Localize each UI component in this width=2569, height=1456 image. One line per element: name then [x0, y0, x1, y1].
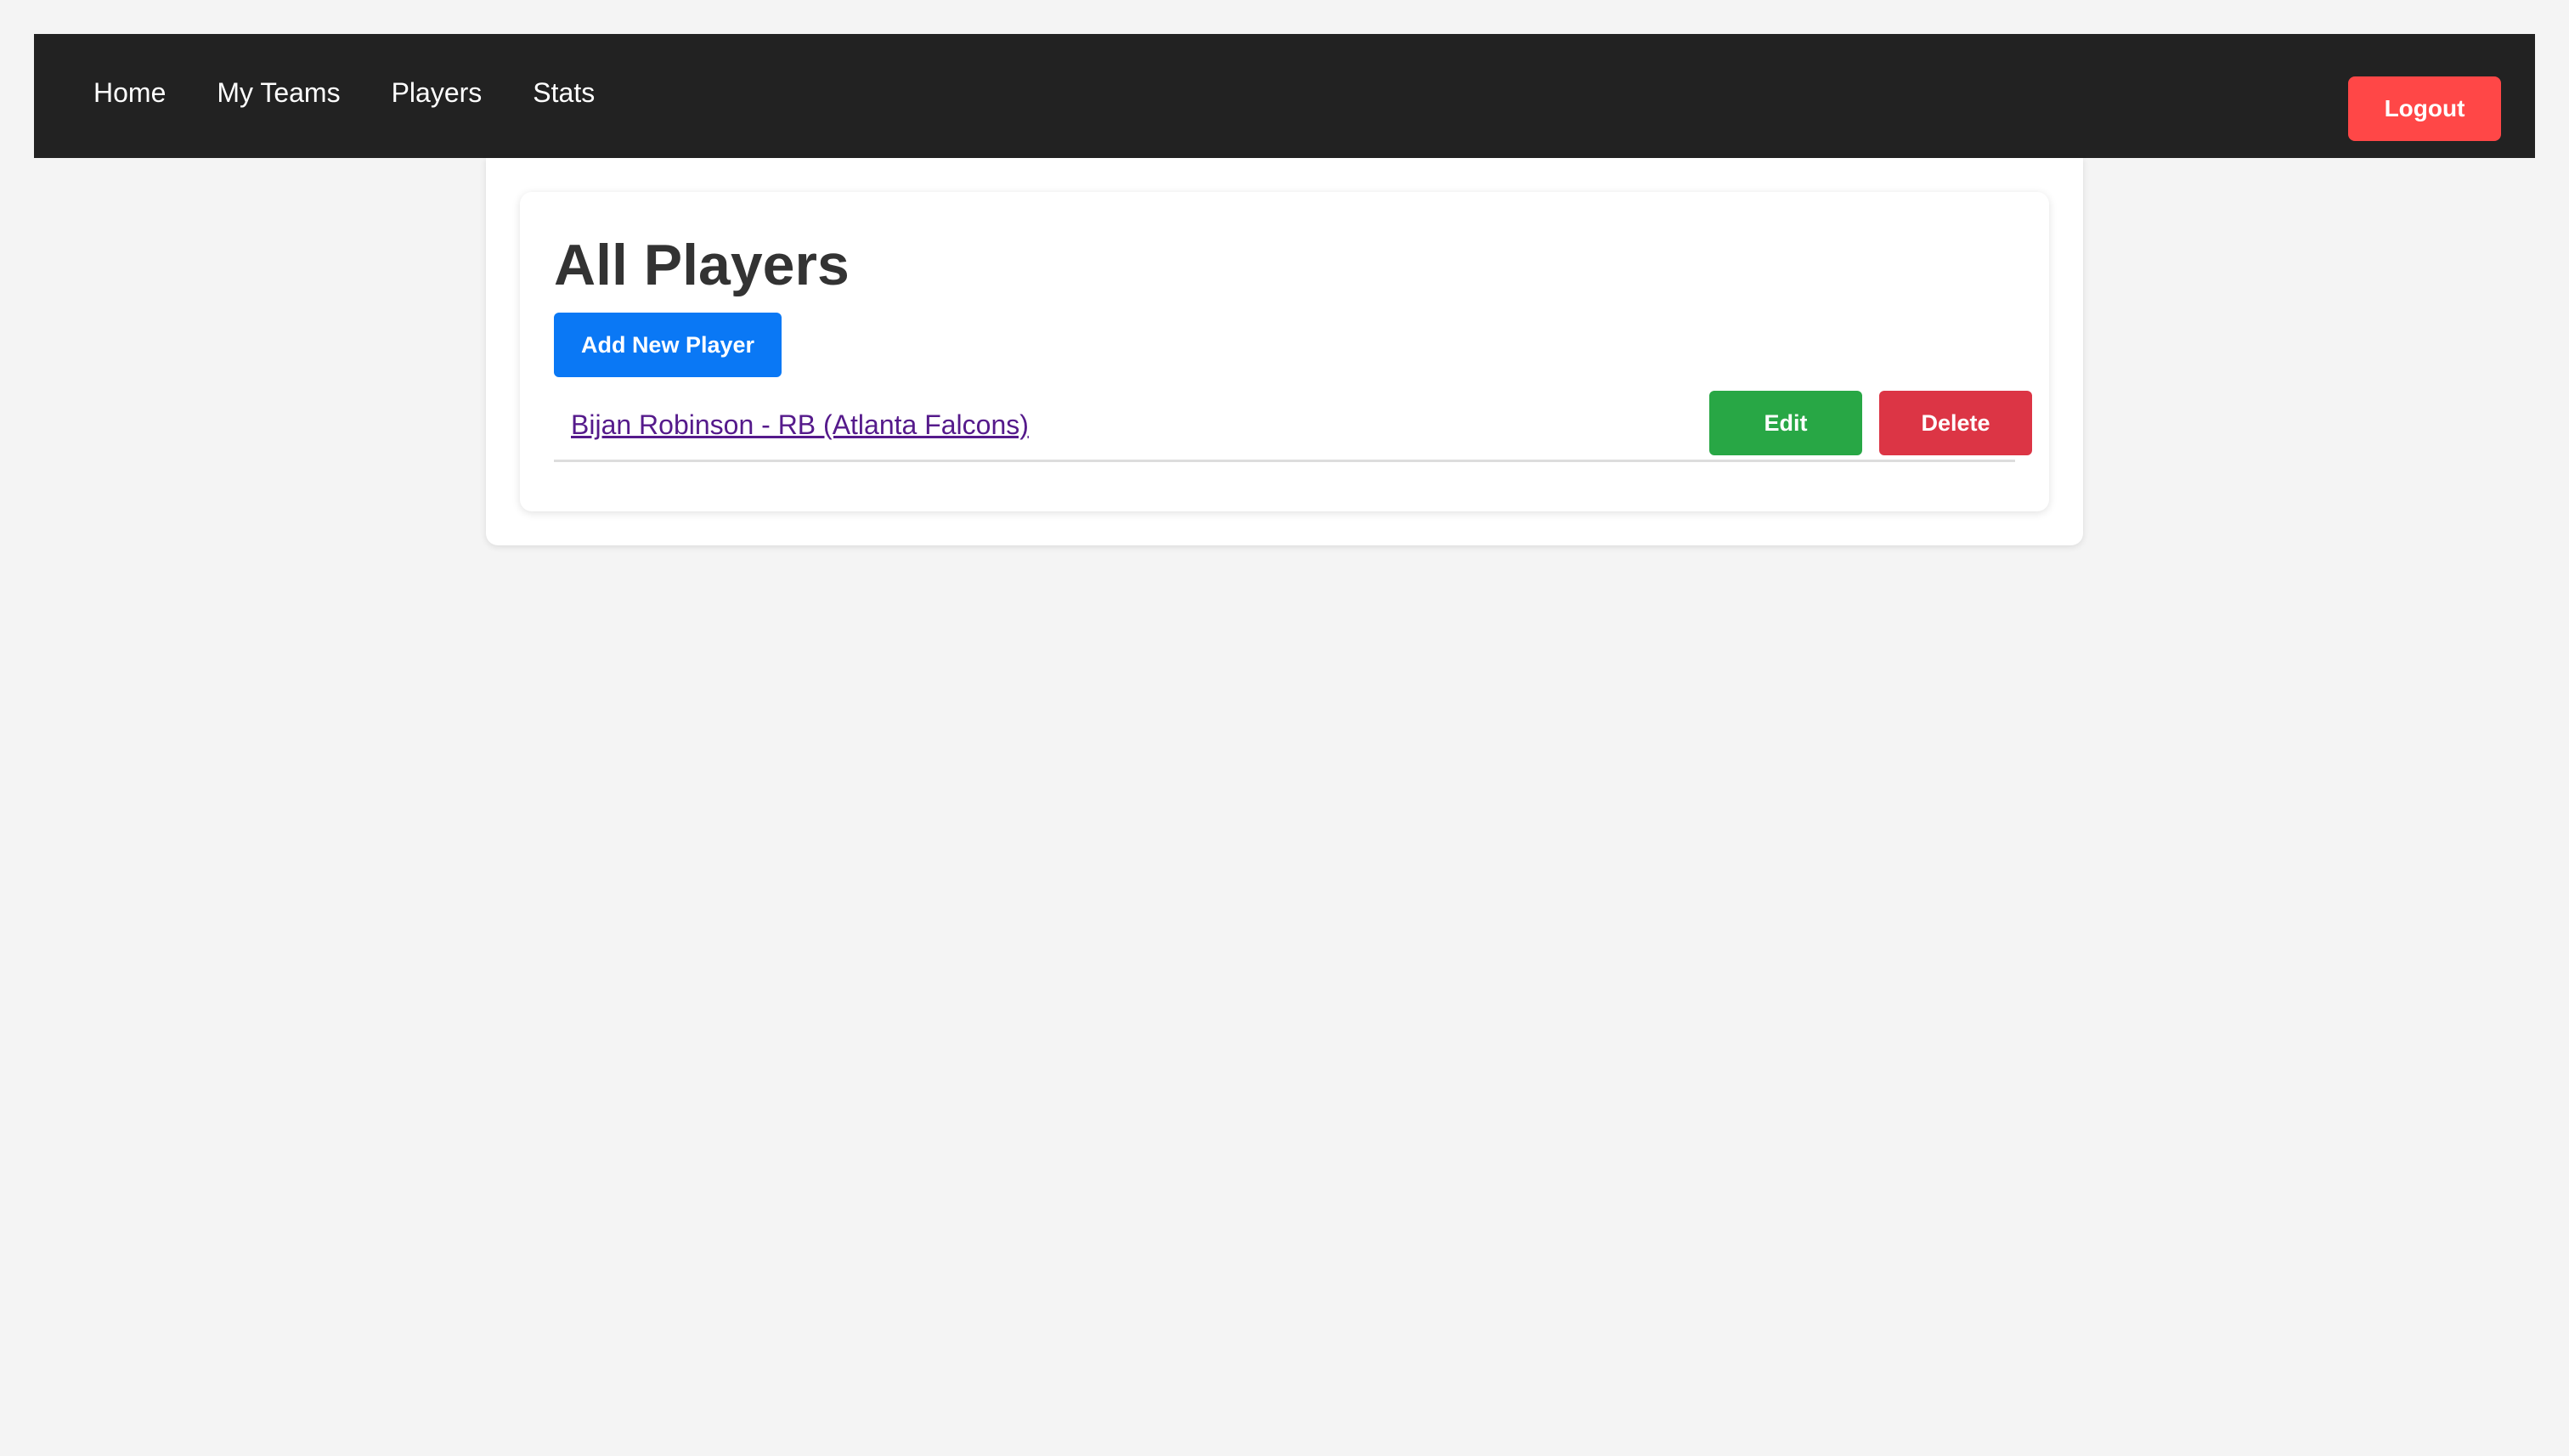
nav-stats-link[interactable]: Stats — [533, 79, 595, 106]
delete-player-button[interactable]: Delete — [1879, 391, 2032, 455]
player-list-item: Bijan Robinson - RB (Atlanta Falcons) Ed… — [554, 391, 2032, 462]
top-navbar: Home My Teams Players Stats Logout — [34, 34, 2535, 158]
add-new-player-button[interactable]: Add New Player — [554, 313, 782, 377]
player-link[interactable]: Bijan Robinson - RB (Atlanta Falcons) — [571, 409, 1029, 441]
nav-home-link[interactable]: Home — [93, 79, 166, 106]
nav-players-link[interactable]: Players — [392, 79, 483, 106]
content-container: All Players Add New Player Bijan Robinso… — [486, 158, 2083, 545]
page-title: All Players — [554, 233, 850, 297]
edit-player-button[interactable]: Edit — [1709, 391, 1862, 455]
players-card: All Players Add New Player Bijan Robinso… — [520, 192, 2049, 511]
logout-button[interactable]: Logout — [2348, 76, 2501, 141]
nav-my-teams-link[interactable]: My Teams — [217, 79, 340, 106]
nav-links: Home My Teams Players Stats — [93, 34, 646, 158]
